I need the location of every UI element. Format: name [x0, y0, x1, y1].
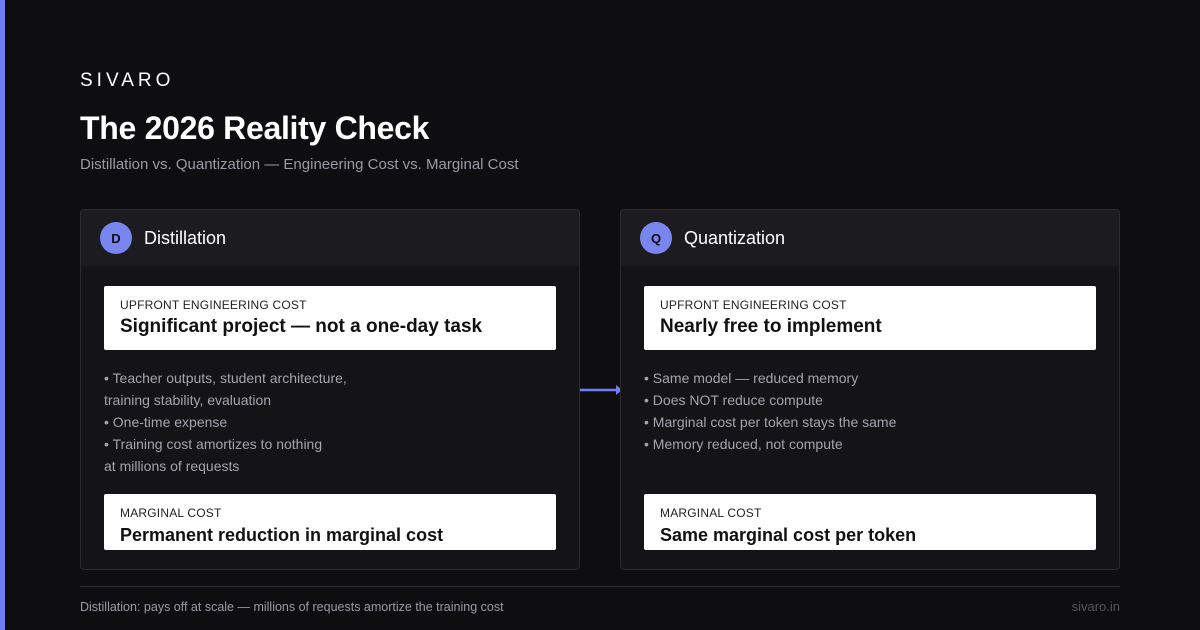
distillation-badge: D [100, 222, 132, 254]
list-item: • Memory reduced, not compute [644, 436, 843, 452]
card-label: MARGINAL COST [120, 506, 222, 520]
list-item: at millions of requests [104, 458, 240, 474]
quantization-panel: Q Quantization UPFRONT ENGINEERING COST … [620, 209, 1120, 570]
panel-header: Q Quantization [621, 210, 1119, 266]
distillation-panel: D Distillation UPFRONT ENGINEERING COST … [80, 209, 580, 570]
panel-header: D Distillation [81, 210, 579, 266]
brand-logo: SIVARO [80, 70, 175, 91]
card-value: Significant project — not a one-day task [120, 316, 483, 337]
card-value: Same marginal cost per token [660, 525, 917, 545]
marginal-cost-card: MARGINAL COST Permanent reduction in mar… [104, 494, 556, 550]
list-item: • Marginal cost per token stays the same [644, 414, 897, 430]
quantization-badge: Q [640, 222, 672, 254]
marginal-cost-card: MARGINAL COST Same marginal cost per tok… [644, 494, 1096, 550]
card-label: MARGINAL COST [660, 506, 762, 520]
panel-title: Distillation [144, 227, 227, 248]
accent-bar [0, 0, 5, 630]
footer-divider [80, 586, 1120, 587]
card-value: Nearly free to implement [660, 316, 882, 337]
card-value: Permanent reduction in marginal cost [120, 525, 444, 545]
list-item: training stability, evaluation [104, 392, 272, 408]
upfront-cost-card: UPFRONT ENGINEERING COST Nearly free to … [644, 286, 1096, 350]
page-title: The 2026 Reality Check [80, 110, 430, 146]
page-subtitle: Distillation vs. Quantization — Engineer… [80, 156, 519, 173]
upfront-cost-card: UPFRONT ENGINEERING COST Significant pro… [104, 286, 556, 350]
list-item: • Teacher outputs, student architecture, [104, 370, 347, 386]
card-label: UPFRONT ENGINEERING COST [660, 298, 847, 312]
bullet-list: • Teacher outputs, student architecture,… [104, 367, 524, 477]
list-item: • Does NOT reduce compute [644, 392, 823, 408]
footer-url[interactable]: sivaro.in [1072, 599, 1120, 614]
card-label: UPFRONT ENGINEERING COST [120, 298, 307, 312]
arrow-right-icon [580, 385, 622, 395]
list-item: • Same model — reduced memory [644, 370, 859, 386]
panel-title: Quantization [684, 227, 786, 248]
list-item: • Training cost amortizes to nothing [104, 436, 323, 452]
bullet-list: • Same model — reduced memory • Does NOT… [644, 367, 1064, 455]
list-item: • One-time expense [104, 414, 228, 430]
footer-note: Distillation: pays off at scale — millio… [80, 600, 504, 614]
